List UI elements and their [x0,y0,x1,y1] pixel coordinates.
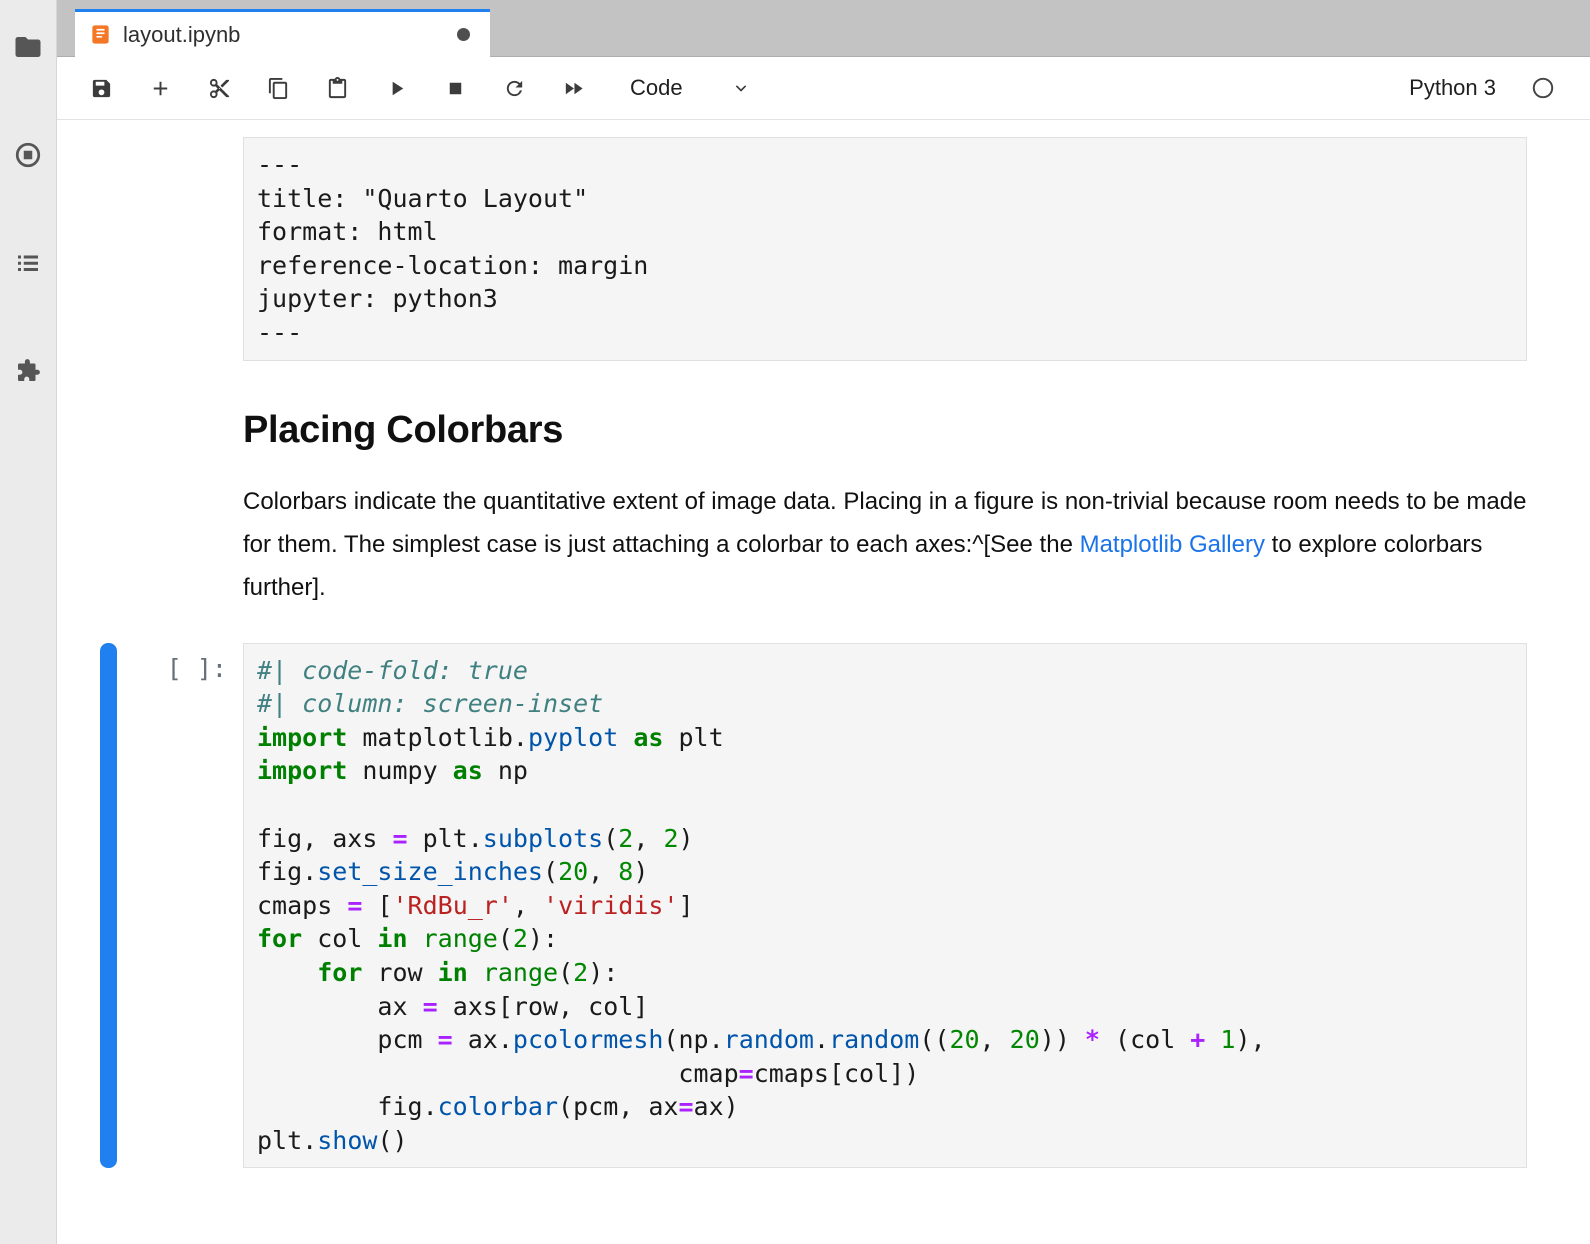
chevron-down-icon [731,78,751,98]
markdown-paragraph: Colorbars indicate the quantitative exte… [243,480,1527,609]
running-sessions-icon [13,140,43,170]
raw-line: jupyter: python3 [257,282,1513,316]
code-line: pcm = ax.pcolormesh(np.random.random((20… [257,1023,1513,1057]
active-cell-indicator-bar[interactable] [100,643,117,1169]
notebook-toolbar: Code Python 3 [57,57,1590,120]
kernel-name[interactable]: Python 3 [1409,75,1496,101]
fast-forward-icon [562,77,585,100]
kernel-status-icon[interactable] [1530,75,1556,101]
notebook-file-icon [89,23,112,46]
cut-cell-button[interactable] [197,66,242,111]
unsaved-changes-dot [457,28,470,41]
restart-icon [503,77,526,100]
tab-title: layout.ipynb [123,22,240,48]
code-editor[interactable]: #| code-fold: true#| column: screen-inse… [243,643,1527,1169]
jupyter-window: layout.ipynb [0,0,1590,1244]
raw-line: title: "Quarto Layout" [257,182,1513,216]
code-line: for row in range(2): [257,956,1513,990]
code-line: fig, axs = plt.subplots(2, 2) [257,822,1513,856]
page-title: Placing Colorbars [243,409,1527,452]
left-activity-bar [0,0,57,1244]
raw-cell-gutter [57,137,243,361]
file-browser-tab[interactable] [11,30,45,64]
raw-line: --- [257,148,1513,182]
matplotlib-gallery-link[interactable]: Matplotlib Gallery [1080,531,1265,558]
scissors-icon [208,77,231,100]
copy-cell-button[interactable] [256,66,301,111]
restart-kernel-button[interactable] [492,66,537,111]
raw-line: format: html [257,215,1513,249]
table-of-contents-tab[interactable] [11,246,45,280]
play-icon [385,77,408,100]
code-line: #| code-fold: true [257,654,1513,688]
code-line: for col in range(2): [257,922,1513,956]
code-line: import matplotlib.pyplot as plt [257,721,1513,755]
cell-type-dropdown[interactable]: Code [622,71,759,105]
table-of-contents-icon [13,248,43,278]
code-line: cmaps = ['RdBu_r', 'viridis'] [257,889,1513,923]
code-line: fig.set_size_inches(20, 8) [257,855,1513,889]
raw-line: reference-location: margin [257,249,1513,283]
plus-icon [149,77,172,100]
paste-icon [326,77,349,100]
notebook-tab[interactable]: layout.ipynb [75,9,490,57]
idle-kernel-circle-icon [1530,75,1556,101]
raw-cell: ---title: "Quarto Layout"format: htmlref… [57,137,1527,361]
running-sessions-tab[interactable] [11,138,45,172]
code-line: ax = axs[row, col] [257,990,1513,1024]
save-icon [90,77,113,100]
run-cell-button[interactable] [374,66,419,111]
insert-cell-button[interactable] [138,66,183,111]
code-line: plt.show() [257,1124,1513,1158]
code-cell: [ ]: #| code-fold: true#| column: screen… [57,643,1527,1169]
copy-icon [267,77,290,100]
code-line [257,788,1513,822]
markdown-rendered-output: Placing Colorbars Colorbars indicate the… [243,361,1527,609]
markdown-cell: Placing Colorbars Colorbars indicate the… [57,361,1527,609]
code-cell-gutter: [ ]: [57,643,243,1169]
interrupt-kernel-button[interactable] [433,66,478,111]
code-line: #| column: screen-inset [257,687,1513,721]
restart-run-all-button[interactable] [551,66,596,111]
markdown-cell-gutter [57,361,243,609]
execution-count-prompt: [ ]: [167,654,227,683]
save-button[interactable] [79,66,124,111]
extensions-puzzle-icon [13,356,43,386]
code-line: import numpy as np [257,754,1513,788]
notebook-panel: ---title: "Quarto Layout"format: htmlref… [57,120,1590,1244]
extension-manager-tab[interactable] [11,354,45,388]
cell-type-value: Code [630,75,683,101]
tab-bar: layout.ipynb [57,0,1590,57]
code-line: cmap=cmaps[col]) [257,1057,1513,1091]
raw-editor[interactable]: ---title: "Quarto Layout"format: htmlref… [243,137,1527,361]
code-line: fig.colorbar(pcm, ax=ax) [257,1090,1513,1124]
paste-cell-button[interactable] [315,66,360,111]
stop-icon [444,77,467,100]
folder-icon [13,32,43,62]
raw-line: --- [257,316,1513,350]
